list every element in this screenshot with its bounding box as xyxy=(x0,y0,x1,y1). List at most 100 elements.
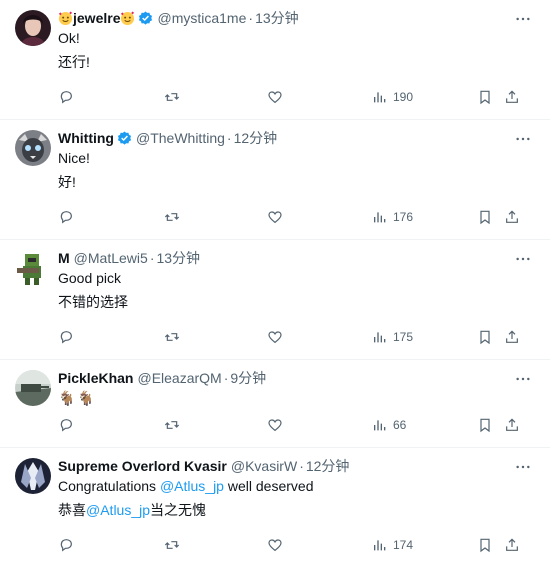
bookmark-button[interactable] xyxy=(477,209,493,225)
timestamp[interactable]: 13分钟 xyxy=(255,8,299,28)
avatar[interactable] xyxy=(15,458,51,494)
more-icon[interactable] xyxy=(514,370,532,388)
timestamp[interactable]: 9分钟 xyxy=(230,368,266,388)
like-icon xyxy=(268,539,282,552)
share-button[interactable] xyxy=(504,89,520,105)
mention-link[interactable]: @Atlus_jp xyxy=(86,502,150,518)
mention-link[interactable]: @Atlus_jp xyxy=(160,478,224,494)
reply-tweet[interactable]: PickleKhan @EleazarQM · 9分钟 🐐🐐 66 xyxy=(0,360,550,448)
retweet-icon xyxy=(164,213,180,221)
avatar[interactable] xyxy=(15,10,51,46)
views-button[interactable]: 174 xyxy=(372,537,413,553)
user-handle[interactable]: @EleazarQM xyxy=(137,370,221,386)
tweet-text-line: Ok! xyxy=(58,30,80,46)
user-handle[interactable]: @mystica1me xyxy=(157,10,246,26)
reply-tweet[interactable]: Supreme Overlord Kvasir @KvasirW · 12分钟 … xyxy=(0,448,550,567)
views-icon xyxy=(374,540,386,551)
like-button[interactable] xyxy=(267,329,283,345)
user-handle[interactable]: @TheWhitting xyxy=(136,130,225,146)
retweet-icon xyxy=(164,541,180,549)
reply-icon xyxy=(60,91,72,104)
more-icon[interactable] xyxy=(514,130,532,148)
like-icon xyxy=(268,419,282,432)
share-button[interactable] xyxy=(504,417,520,433)
display-name[interactable]: M xyxy=(58,250,70,266)
timestamp[interactable]: 12分钟 xyxy=(234,128,278,148)
avatar[interactable] xyxy=(15,130,51,166)
reply-icon xyxy=(60,539,72,552)
retweet-button[interactable] xyxy=(164,537,180,553)
separator-dot: · xyxy=(223,370,229,386)
user-handle[interactable]: @MatLewi5 xyxy=(74,250,148,266)
views-button[interactable]: 175 xyxy=(372,329,413,345)
share-icon xyxy=(506,330,518,343)
action-bar: 176 xyxy=(58,206,534,232)
like-button[interactable] xyxy=(267,417,283,433)
bookmark-button[interactable] xyxy=(477,89,493,105)
more-icon[interactable] xyxy=(514,250,532,268)
smiling-hearts-emoji-icon xyxy=(120,10,135,26)
text-segment: 恭喜 xyxy=(58,502,86,518)
display-name[interactable]: Whitting xyxy=(58,130,114,146)
share-button[interactable] xyxy=(504,329,520,345)
more-icon[interactable] xyxy=(514,10,532,28)
reply-button[interactable] xyxy=(58,329,74,345)
reply-button[interactable] xyxy=(58,537,74,553)
reply-tweet[interactable]: Whitting @TheWhitting · 12分钟 Nice! 好! 17… xyxy=(0,120,550,240)
tweet-text-line: 还行! xyxy=(58,54,90,70)
like-button[interactable] xyxy=(267,89,283,105)
tweet-text-line: Nice! xyxy=(58,150,90,166)
tweet-text-line: Congratulations @Atlus_jp well deserved xyxy=(58,476,534,496)
avatar[interactable] xyxy=(15,370,51,406)
views-count: 175 xyxy=(393,330,414,344)
action-bar: 190 xyxy=(58,86,534,112)
views-icon xyxy=(374,212,386,223)
bookmark-icon xyxy=(480,90,490,105)
tweet-text-line: 好! xyxy=(58,174,76,190)
display-name[interactable]: Supreme Overlord Kvasir xyxy=(58,458,227,474)
user-handle[interactable]: @KvasirW xyxy=(231,458,297,474)
retweet-icon xyxy=(164,93,180,101)
share-button[interactable] xyxy=(504,537,520,553)
action-bar: 66 xyxy=(58,414,534,440)
bookmark-button[interactable] xyxy=(477,329,493,345)
retweet-button[interactable] xyxy=(164,89,180,105)
display-name[interactable]: PickleKhan xyxy=(58,370,133,386)
timestamp[interactable]: 12分钟 xyxy=(306,456,350,476)
bookmark-button[interactable] xyxy=(477,537,493,553)
verified-badge-icon xyxy=(138,10,153,26)
bookmark-button[interactable] xyxy=(477,417,493,433)
share-button[interactable] xyxy=(504,209,520,225)
share-icon xyxy=(506,418,518,431)
retweet-button[interactable] xyxy=(164,209,180,225)
bookmark-icon xyxy=(480,538,490,553)
reply-icon xyxy=(60,331,72,344)
like-button[interactable] xyxy=(267,537,283,553)
retweet-icon xyxy=(164,421,180,429)
avatar[interactable] xyxy=(15,250,51,286)
reply-button[interactable] xyxy=(58,89,74,105)
separator-dot: · xyxy=(248,10,254,26)
reply-tweet[interactable]: M @MatLewi5 · 13分钟 Good pick 不错的选择 175 xyxy=(0,240,550,360)
more-icon[interactable] xyxy=(514,458,532,476)
timestamp[interactable]: 13分钟 xyxy=(156,248,200,268)
like-icon xyxy=(268,331,282,344)
reply-button[interactable] xyxy=(58,209,74,225)
display-name[interactable]: jewelre xyxy=(73,10,120,26)
views-button[interactable]: 66 xyxy=(372,417,406,433)
tweet-text-line: 恭喜@Atlus_jp当之无愧 xyxy=(58,500,534,520)
separator-dot: · xyxy=(299,458,304,474)
bookmark-icon xyxy=(480,210,490,225)
retweet-button[interactable] xyxy=(164,329,180,345)
views-button[interactable]: 190 xyxy=(372,89,413,105)
like-icon xyxy=(268,91,282,104)
views-count: 174 xyxy=(393,538,414,552)
reply-tweet[interactable]: jewelre @mystica1me · 13分钟 Ok! 还行! 190 xyxy=(0,0,550,120)
views-icon xyxy=(374,420,386,431)
reply-button[interactable] xyxy=(58,417,74,433)
views-button[interactable]: 176 xyxy=(372,209,413,225)
like-button[interactable] xyxy=(267,209,283,225)
share-icon xyxy=(506,538,518,551)
retweet-button[interactable] xyxy=(164,417,180,433)
retweet-icon xyxy=(164,333,180,341)
